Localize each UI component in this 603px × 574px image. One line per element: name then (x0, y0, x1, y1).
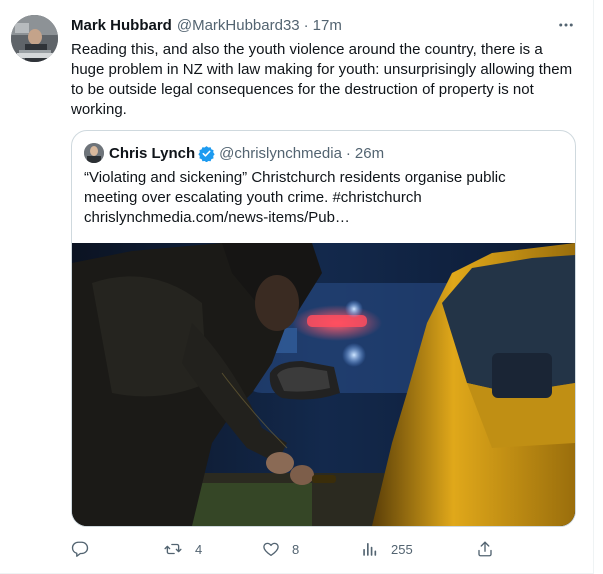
quoted-author-name[interactable]: Chris Lynch (109, 145, 195, 162)
author-name[interactable]: Mark Hubbard (71, 17, 172, 34)
hashtag-link[interactable]: #christchurch (332, 189, 421, 206)
article-link[interactable]: chrislynchmedia.com/news-items/Pub… (84, 209, 350, 226)
quoted-tweet-image[interactable] (72, 243, 575, 526)
quoted-tweet[interactable]: Chris Lynch @chrislynchmedia · 26m “Viol… (71, 130, 576, 527)
like-count: 8 (292, 541, 300, 557)
heart-icon (262, 540, 280, 558)
author-handle[interactable]: @MarkHubbard33 (177, 17, 300, 34)
quoted-author-avatar[interactable] (84, 143, 104, 163)
more-horizontal-icon[interactable] (553, 15, 579, 35)
tweet-text: Reading this, and also the youth violenc… (71, 41, 573, 118)
views-count: 255 (391, 541, 413, 557)
quoted-author-handle[interactable]: @chrislynchmedia (219, 145, 342, 162)
separator-dot: · (303, 16, 309, 34)
author-avatar[interactable] (11, 15, 58, 62)
separator-dot: · (345, 144, 351, 162)
share-icon (476, 540, 494, 558)
retweet-count: 4 (195, 541, 203, 557)
reply-button[interactable] (71, 538, 101, 560)
retweet-button[interactable]: 4 (163, 538, 202, 560)
retweet-icon (163, 540, 183, 558)
reply-icon (71, 540, 89, 558)
timeline-divider (593, 0, 594, 574)
share-button[interactable] (476, 538, 494, 560)
quoted-tweet-body: “Violating and sickening” Christchurch r… (84, 169, 506, 206)
quoted-tweet-header: Chris Lynch @chrislynchmedia · 26m (84, 143, 384, 163)
views-icon (361, 540, 379, 558)
tweet-timestamp[interactable]: 17m (313, 17, 342, 34)
tweet-header: Mark Hubbard @MarkHubbard33 · 17m (71, 15, 342, 35)
quoted-tweet-timestamp[interactable]: 26m (355, 145, 384, 162)
like-button[interactable]: 8 (262, 538, 299, 560)
tweet-actions: 4 8 255 (71, 538, 571, 560)
verified-badge-icon (198, 145, 215, 162)
quoted-tweet-text: “Violating and sickening” Christchurch r… (84, 168, 554, 228)
views-button[interactable]: 255 (361, 538, 413, 560)
